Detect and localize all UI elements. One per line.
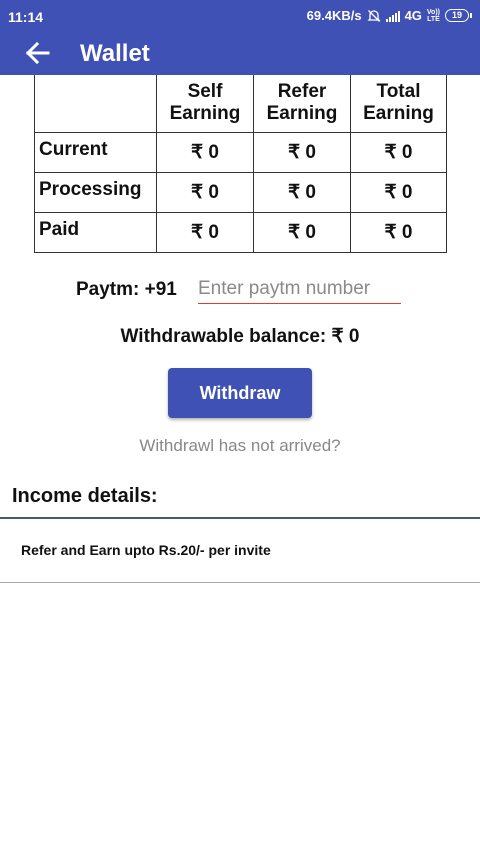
table-header-label: Total [376, 81, 421, 103]
cell-value: ₹ 0 [253, 131, 351, 173]
page-title: Wallet [80, 40, 150, 67]
table-header-total-earning: Total Earning [350, 75, 447, 133]
table-header-label: Earning [266, 103, 338, 125]
row-label: Current [34, 131, 157, 173]
network-type: 4G [404, 8, 422, 23]
table-header-label: Self [187, 81, 223, 103]
table-header-row: Self Earning Refer Earning Total Earning [34, 75, 447, 133]
battery-icon: 19 [445, 9, 472, 22]
divider [0, 517, 480, 519]
cell-value: ₹ 0 [350, 131, 447, 173]
table-header-corner [34, 75, 157, 133]
table-row-current: Current ₹ 0 ₹ 0 ₹ 0 [34, 131, 447, 173]
arrow-left-icon[interactable] [22, 38, 56, 68]
withdrawal-not-arrived-link[interactable]: Withdrawl has not arrived? [0, 436, 480, 456]
status-time: 11:14 [8, 9, 44, 25]
battery-level: 19 [445, 9, 469, 22]
status-bar: 11:14 69.4KB/s 4G Vo)) LTE 19 [0, 0, 480, 32]
table-header-self-earning: Self Earning [156, 75, 254, 133]
withdrawable-balance: Withdrawable balance: ₹ 0 [120, 326, 360, 347]
alarm-off-icon [366, 9, 381, 22]
table-row-processing: Processing ₹ 0 ₹ 0 ₹ 0 [34, 171, 447, 213]
table-header-label: Refer [277, 81, 327, 103]
table-header-refer-earning: Refer Earning [253, 75, 351, 133]
table-header-label: Earning [169, 103, 241, 125]
status-icons: 69.4KB/s 4G Vo)) LTE 19 [307, 8, 472, 23]
table-row-paid: Paid ₹ 0 ₹ 0 ₹ 0 [34, 211, 447, 253]
cell-value: ₹ 0 [156, 131, 254, 173]
cell-value: ₹ 0 [350, 171, 447, 213]
withdraw-button[interactable]: Withdraw [168, 368, 312, 418]
cell-value: ₹ 0 [253, 211, 351, 253]
table-header-label: Earning [363, 103, 434, 125]
cell-value: ₹ 0 [350, 211, 447, 253]
row-label: Processing [34, 171, 157, 213]
earnings-table: Self Earning Refer Earning Total Earning Cu… [34, 75, 447, 253]
row-label: Paid [34, 211, 157, 253]
app-bar: 11:14 69.4KB/s 4G Vo)) LTE 19 Wallet [0, 0, 480, 75]
paytm-label: Paytm: +91 [76, 279, 177, 300]
signal-icon [385, 10, 400, 22]
income-details-title: Income details: [12, 485, 158, 507]
paytm-row: Paytm: +91 [76, 274, 406, 306]
divider [0, 582, 480, 583]
paytm-number-input[interactable] [198, 274, 401, 304]
cell-value: ₹ 0 [156, 171, 254, 213]
cell-value: ₹ 0 [253, 171, 351, 213]
cell-value: ₹ 0 [156, 211, 254, 253]
network-speed: 69.4KB/s [306, 8, 362, 23]
volte-icon: Vo)) LTE [426, 8, 440, 23]
income-detail-item: Refer and Earn upto Rs.20/- per invite [21, 542, 271, 558]
